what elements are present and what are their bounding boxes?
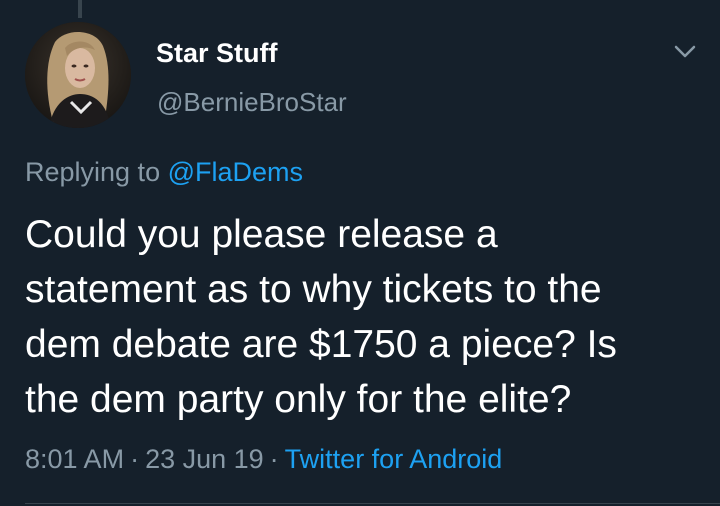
- tweet-text-line: the dem party only for the elite?: [25, 378, 572, 421]
- divider: [25, 503, 720, 504]
- meta-separator: ·: [130, 444, 140, 474]
- tweet-text: Could you please release a statement as …: [25, 207, 705, 427]
- tweet-source-link[interactable]: Twitter for Android: [285, 444, 503, 474]
- tweet-text-line: statement as to why tickets to the: [25, 268, 602, 311]
- chevron-down-icon: [674, 45, 696, 58]
- thread-connector-line: [78, 0, 82, 18]
- tweet-menu-button[interactable]: [671, 42, 699, 62]
- user-handle[interactable]: @BernieBroStar: [157, 87, 347, 118]
- reply-context: Replying to @FlaDems: [25, 157, 303, 188]
- tweet-text-line: dem debate are $1750 a piece? Is: [25, 323, 617, 366]
- meta-separator: ·: [269, 444, 279, 474]
- tweet-time: 8:01 AM: [25, 444, 125, 474]
- display-name[interactable]: Star Stuff: [156, 38, 278, 69]
- profile-photo: [25, 22, 131, 128]
- tweet-metadata: 8:01 AM · 23 Jun 19 · Twitter for Android: [25, 444, 502, 475]
- tweet-text-line: Could you please release a: [25, 213, 498, 256]
- reply-prefix: Replying to: [25, 157, 161, 187]
- tweet-date: 23 Jun 19: [145, 444, 264, 474]
- avatar[interactable]: [25, 22, 131, 128]
- reply-mention-link[interactable]: @FlaDems: [168, 157, 303, 187]
